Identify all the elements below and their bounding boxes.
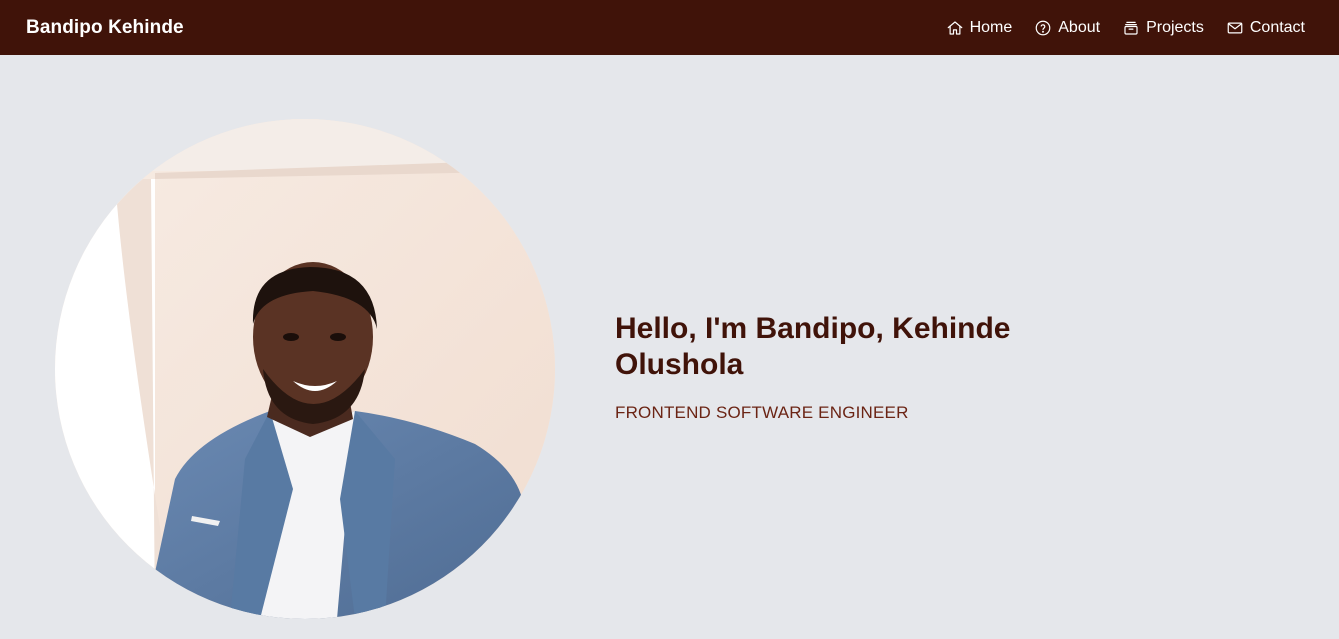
hero-subtitle: FRONTEND SOFTWARE ENGINEER bbox=[615, 403, 909, 422]
nav-link-contact[interactable]: Contact bbox=[1226, 19, 1305, 37]
brand-link[interactable]: Bandipo Kehinde bbox=[26, 17, 184, 39]
hero-heading: Hello, I'm Bandipo, Kehinde Olushola bbox=[615, 312, 1011, 381]
portrait-photo bbox=[55, 119, 555, 619]
nav-link-about-label: About bbox=[1058, 18, 1101, 36]
nav-link-contact-label: Contact bbox=[1249, 18, 1305, 36]
archive-box-icon bbox=[1124, 21, 1138, 35]
nav-link-home[interactable]: Home bbox=[946, 18, 1013, 37]
envelope-icon bbox=[1227, 22, 1243, 33]
navbar: Bandipo Kehinde Home About Projects Cont… bbox=[0, 0, 1339, 55]
intro-block: Hello, I'm Bandipo, Kehinde Olushola FRO… bbox=[615, 311, 1045, 423]
home-icon bbox=[947, 20, 962, 35]
nav-link-projects-label: Projects bbox=[1146, 18, 1204, 36]
question-circle-icon bbox=[1035, 20, 1051, 35]
nav-link-projects[interactable]: Projects bbox=[1122, 19, 1204, 37]
nav-links: Home About Projects Contact bbox=[946, 19, 1305, 37]
nav-link-home-label: Home bbox=[969, 18, 1013, 36]
nav-link-about[interactable]: About bbox=[1034, 19, 1100, 37]
hero-section: Hello, I'm Bandipo, Kehinde Olushola FRO… bbox=[0, 55, 1339, 639]
